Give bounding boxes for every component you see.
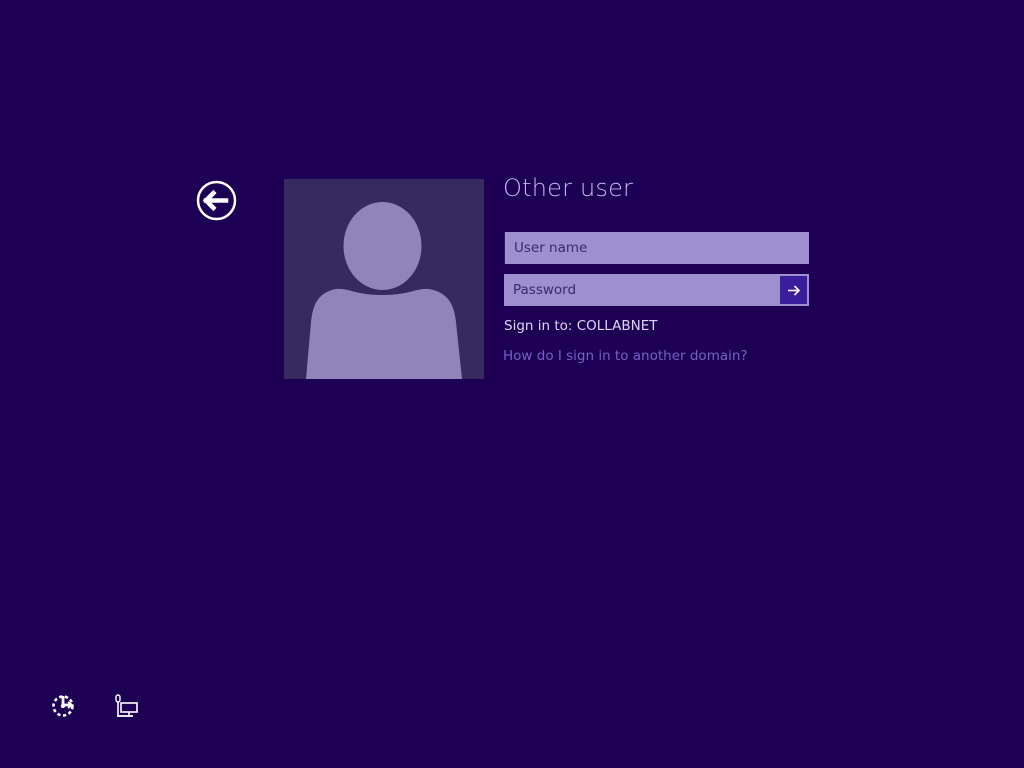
password-input[interactable] xyxy=(504,274,778,306)
back-arrow-circle-icon xyxy=(196,180,237,221)
sign-in-domain: Sign in to: COLLABNET xyxy=(504,318,658,334)
username-input[interactable] xyxy=(504,232,809,264)
user-silhouette-icon xyxy=(306,202,462,379)
page-title: Other user xyxy=(503,174,634,202)
network-button[interactable] xyxy=(113,693,141,719)
user-avatar xyxy=(284,179,484,379)
domain-help-link[interactable]: How do I sign in to another domain? xyxy=(503,348,748,364)
back-button[interactable] xyxy=(196,180,237,221)
login-screen: Other user Sign in to: COLLABNET How do … xyxy=(0,0,1024,768)
ease-of-access-button[interactable] xyxy=(49,692,77,720)
ease-of-access-icon xyxy=(52,695,74,717)
network-icon xyxy=(115,694,138,717)
submit-button[interactable] xyxy=(778,274,809,306)
arrow-right-icon xyxy=(788,285,801,296)
